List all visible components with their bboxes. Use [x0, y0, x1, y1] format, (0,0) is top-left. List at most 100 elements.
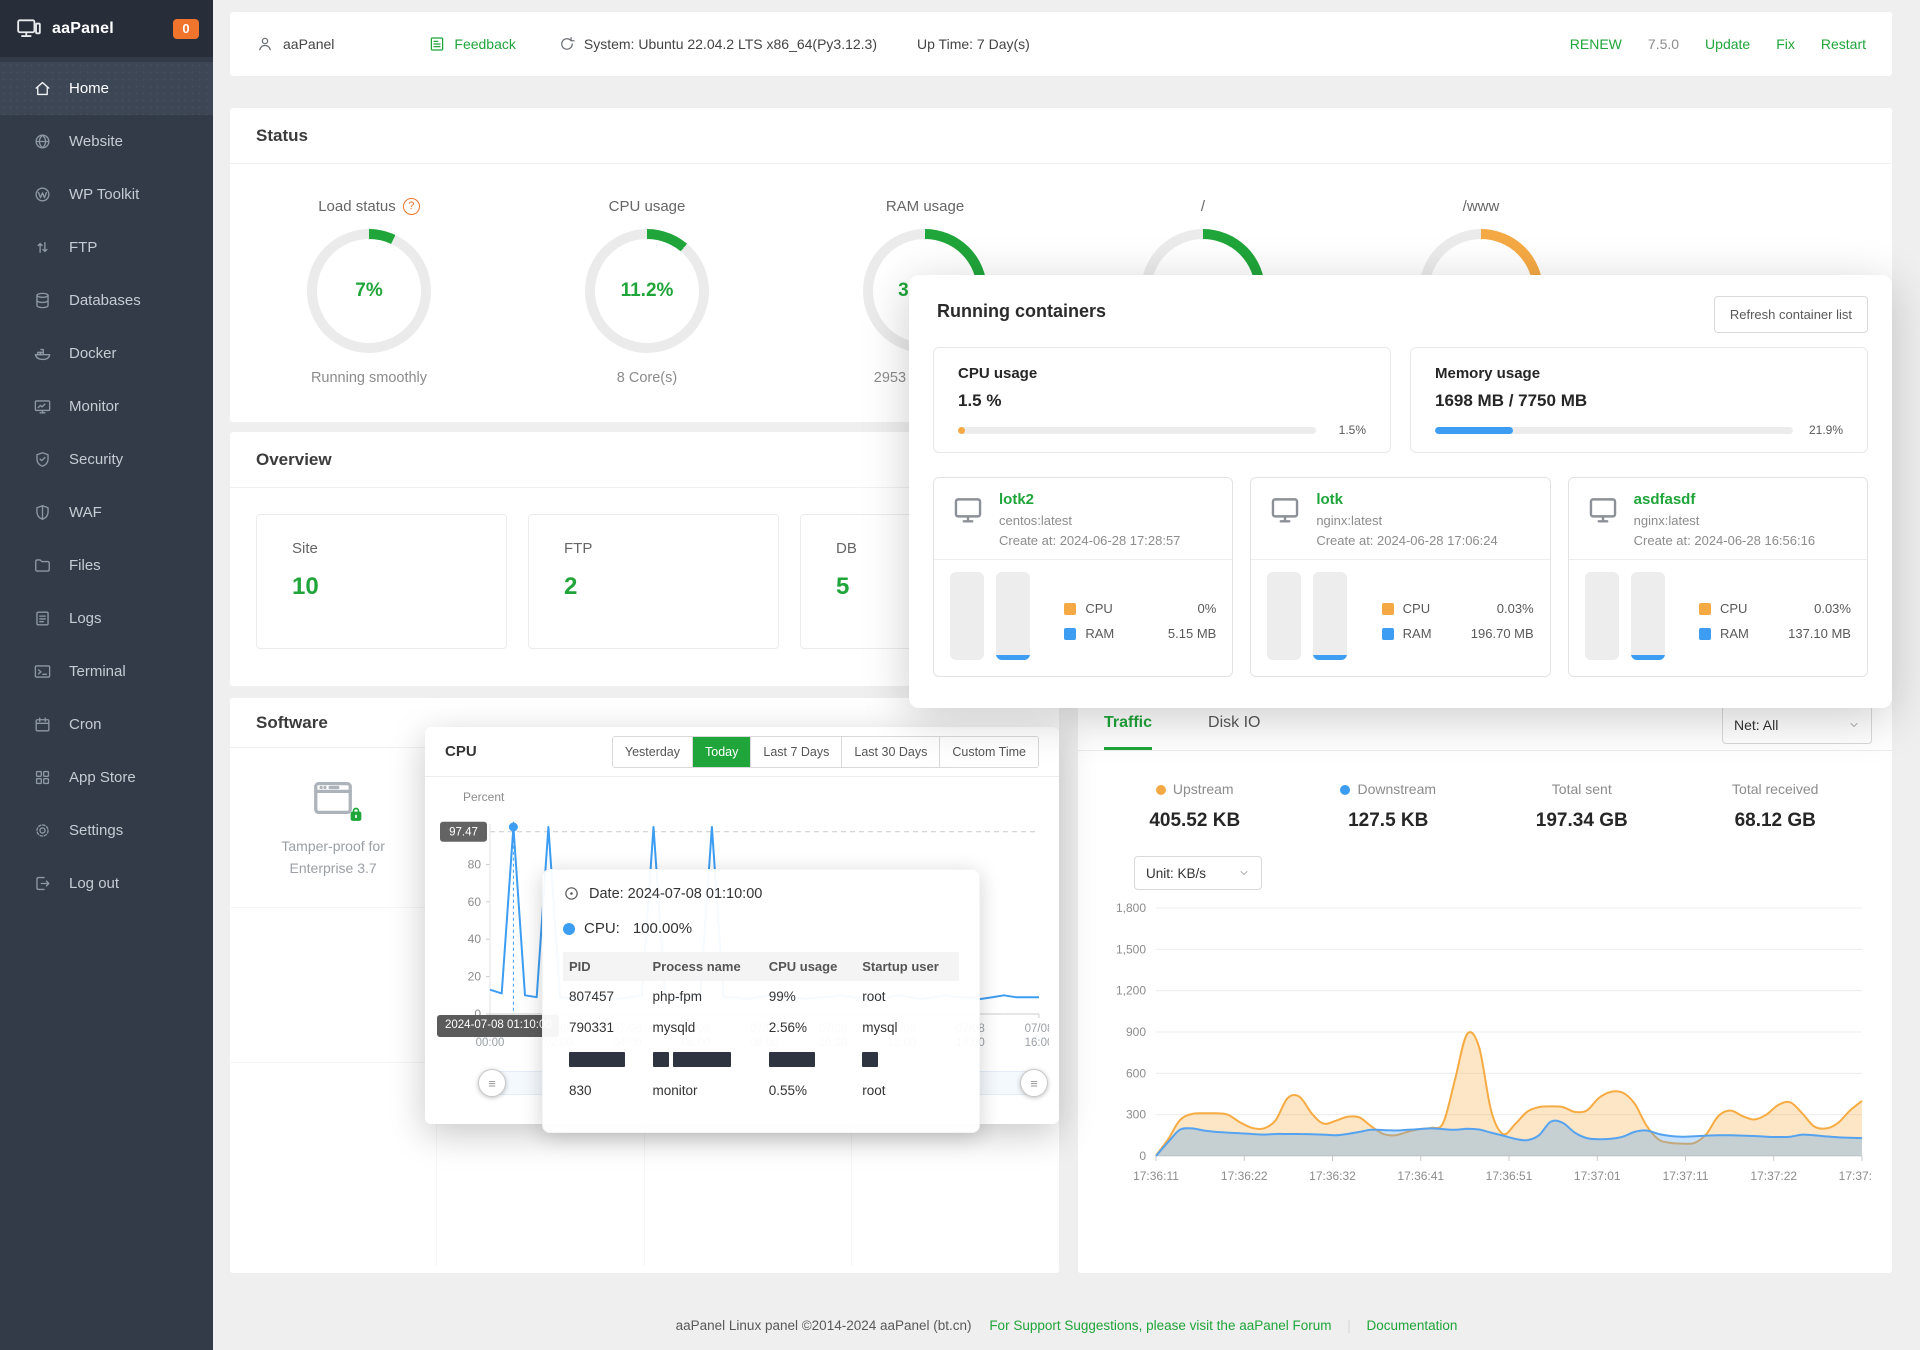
series-dot [563, 922, 575, 935]
svg-text:07/08: 07/08 [1025, 1023, 1049, 1035]
container-card-lotk2[interactable]: lotk2 centos:latest Create at: 2024-06-28 … [933, 477, 1234, 677]
gauge-label: RAM usage [885, 198, 965, 215]
sidebar-item-databases[interactable]: Databases [0, 274, 213, 327]
svg-text:20: 20 [468, 970, 482, 984]
gauge-ring: 7% [307, 229, 431, 353]
software-cell-empty [230, 908, 438, 1063]
sidebar-item-files[interactable]: Files [0, 539, 213, 592]
uptime: Up Time: 7 Day(s) [917, 36, 1030, 52]
documentation-link[interactable]: Documentation [1367, 1318, 1458, 1333]
sidebar-item-label: Databases [69, 292, 141, 309]
sidebar-item-logs[interactable]: Logs [0, 592, 213, 645]
fix-link[interactable]: Fix [1776, 36, 1795, 52]
unit-select[interactable]: Unit: KB/s [1134, 856, 1262, 890]
sidebar-item-home[interactable]: Home [0, 62, 213, 115]
traffic-stat-upstream: Upstream 405.52 KB [1149, 781, 1241, 831]
account-menu[interactable]: aaPanel [256, 35, 334, 53]
sidebar-menu: Home Website WP Toolkit FTP Databases Docker M… [0, 57, 213, 910]
sidebar-item-log-out[interactable]: Log out [0, 857, 213, 910]
refresh-icon[interactable] [558, 35, 576, 53]
sidebar-logo: aaPanel 0 [0, 0, 213, 57]
cron-icon [33, 715, 52, 734]
container-card-asdfasdf[interactable]: asdfasdf nginx:latest Create at: 2024-06-2… [1567, 477, 1868, 677]
sidebar-item-monitor[interactable]: Monitor [0, 380, 213, 433]
support-link[interactable]: For Support Suggestions, please visit th… [989, 1318, 1331, 1333]
feedback-icon [428, 35, 446, 53]
datazoom-right-handle[interactable]: ≡ [1020, 1069, 1048, 1097]
chevron-down-icon [1848, 719, 1860, 731]
process-table-header: Process name [646, 952, 763, 981]
svg-text:1,500: 1,500 [1116, 942, 1146, 956]
overview-card-label: FTP [564, 540, 593, 557]
sidebar-item-label: WP Toolkit [69, 186, 140, 203]
database-icon [33, 291, 52, 310]
sidebar-item-label: Logs [69, 610, 102, 627]
notification-badge[interactable]: 0 [173, 18, 199, 39]
container-created: Create at: 2024-06-28 17:06:24 [1316, 533, 1498, 548]
gauge-value: 11.2% [620, 280, 674, 301]
sidebar-item-website[interactable]: Website [0, 115, 213, 168]
sidebar-item-label: Terminal [69, 663, 126, 680]
datazoom-left-handle[interactable]: ≡ [478, 1069, 506, 1097]
traffic-chart: 0 300 600 900 1,200 1,500 1,800 17:36:11 17:36:2… [1116, 901, 1886, 1183]
files-icon [33, 556, 52, 575]
svg-text:80: 80 [468, 857, 482, 871]
sidebar-item-docker[interactable]: Docker [0, 327, 213, 380]
restart-link[interactable]: Restart [1821, 36, 1866, 52]
svg-text:97.47: 97.47 [449, 827, 478, 839]
overview-card-site[interactable]: Site 10 [256, 514, 507, 649]
svg-text:17:36:51: 17:36:51 [1486, 1169, 1533, 1183]
cpu-tab-custom-time[interactable]: Custom Time [939, 736, 1038, 767]
help-icon[interactable]: ? [402, 198, 420, 215]
traffic-stat-downstream: Downstream 127.5 KB [1292, 781, 1486, 832]
sidebar-item-label: Cron [69, 716, 102, 733]
gauge-label: / [1200, 198, 1206, 215]
sidebar-item-ftp[interactable]: FTP [0, 221, 213, 274]
container-image: nginx:latest [1633, 513, 1700, 528]
user-icon [256, 35, 274, 53]
svg-text:1,200: 1,200 [1116, 984, 1146, 998]
container-ram-bar [1630, 572, 1665, 660]
cpu-tab-last-30-days[interactable]: Last 30 Days [841, 736, 940, 767]
cpu-tab-last-7-days[interactable]: Last 7 Days [750, 736, 842, 767]
container-monitor-icon [950, 493, 986, 527]
svg-text:40: 40 [468, 932, 482, 946]
sidebar-item-cron[interactable]: Cron [0, 698, 213, 751]
settings-icon [33, 821, 52, 840]
net-select[interactable]: Net: All [1722, 706, 1872, 744]
overview-card-ftp[interactable]: FTP 2 [528, 514, 779, 649]
container-cpu-legend: CPU 0.03% [1698, 601, 1851, 616]
gauge-label: CPU usage [608, 198, 686, 215]
svg-text:17:37:11: 17:37:11 [1663, 1169, 1709, 1183]
logout-icon [33, 874, 52, 893]
container-ram-bar [996, 572, 1030, 660]
sidebar-item-label: App Store [69, 769, 136, 786]
feedback-link[interactable]: Feedback [428, 35, 516, 53]
traffic-stat-total-received: Total received 68.12 GB [1732, 781, 1819, 831]
container-card-lotk[interactable]: lotk nginx:latest Create at: 2024-06-28 17… [1250, 477, 1551, 677]
sidebar-item-label: Monitor [69, 398, 120, 415]
sidebar-item-waf[interactable]: WAF [0, 486, 213, 539]
cpu-progress-fill [958, 426, 965, 434]
cpu-popup-header: CPU Yesterday Today Last 7 Days Last 30 Day… [425, 727, 1059, 777]
system-info: System: Ubuntu 22.04.2 LTS x86_64(Py3.12… [558, 35, 877, 53]
sidebar-item-app-store[interactable]: App Store [0, 751, 213, 804]
svg-text:17:36:22: 17:36:22 [1221, 1169, 1268, 1183]
sidebar-item-wp-toolkit[interactable]: WP Toolkit [0, 168, 213, 221]
sidebar-item-terminal[interactable]: Terminal [0, 645, 213, 698]
container-monitor-icon [1267, 493, 1303, 527]
wordpress-icon [33, 185, 52, 204]
sidebar-item-security[interactable]: Security [0, 433, 213, 486]
cpu-tab-yesterday[interactable]: Yesterday [612, 736, 693, 767]
sidebar-item-settings[interactable]: Settings [0, 804, 213, 857]
software-item-tamper-proof[interactable]: Tamper-proof for Enterprise 3.7 [230, 748, 438, 908]
refresh-container-list-button[interactable]: Refresh container list [1713, 296, 1868, 333]
cpu-tab-today[interactable]: Today [692, 736, 751, 767]
update-link[interactable]: Update [1705, 36, 1750, 52]
container-memory-usage-card: Memory usage 1698 MB / 7750 MB 21.9% [1410, 347, 1868, 453]
account-label: aaPanel [283, 36, 335, 52]
copyright: aaPanel Linux panel ©2014-2024 aaPanel (… [675, 1318, 972, 1333]
svg-text:17:37:22: 17:37:22 [1750, 1169, 1797, 1183]
renew-link[interactable]: RENEW [1570, 36, 1622, 52]
svg-text:600: 600 [1126, 1066, 1146, 1080]
